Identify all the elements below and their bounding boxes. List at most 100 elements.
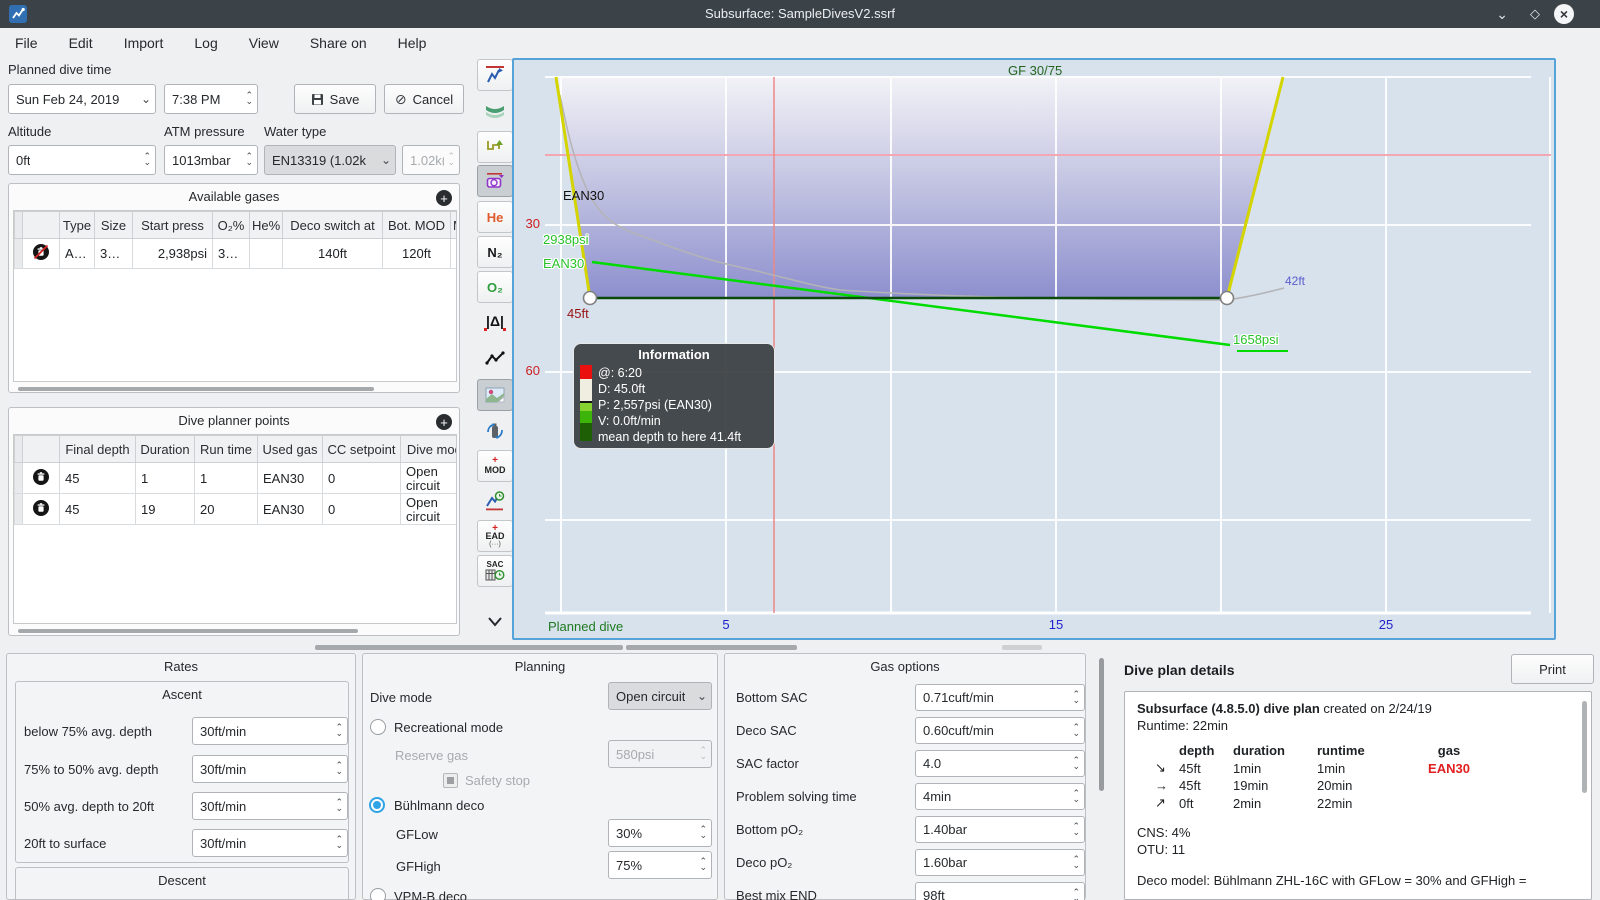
rate-75to50-spinbox[interactable]: 30ft/min ⌃ ⌄ (192, 755, 348, 783)
photos-tool-button[interactable] (477, 379, 513, 411)
gflow-spinbox[interactable]: 30% ⌃ ⌄ (608, 819, 712, 847)
gas-o2-cell[interactable]: 3… (212, 238, 250, 269)
menu-import[interactable]: Import (122, 31, 166, 55)
points-hscrollbar[interactable] (18, 629, 358, 633)
splitter-bar[interactable] (1002, 645, 1042, 650)
gas-type-cell[interactable]: A… (59, 238, 95, 269)
toolbar-collapse-button[interactable] (477, 610, 513, 634)
rate-below75-spinbox[interactable]: 30ft/min ⌃ ⌄ (192, 717, 348, 745)
dive-mode-combobox[interactable]: Open circuit ⌄ (608, 682, 712, 710)
dive-planner-tool-button[interactable] (477, 59, 513, 91)
ndl-time-tool-button[interactable] (477, 485, 513, 517)
deco-sac-spinbox[interactable]: 0.60cuft/min ⌃ ⌄ (915, 717, 1085, 744)
atm-pressure-spinbox[interactable]: 1013mbar ⌃ ⌄ (164, 145, 258, 175)
menu-help[interactable]: Help (396, 31, 429, 55)
point-divemode-cell[interactable]: Open circuit (400, 493, 456, 525)
delta-tool-button[interactable]: |Δ| (477, 306, 513, 338)
gas-size-cell[interactable]: 3… (94, 238, 133, 269)
gas-startpress-cell[interactable]: 2,938psi (132, 238, 213, 269)
point-divemode-cell[interactable]: Open circuit (400, 462, 456, 494)
bottom-po2-spinbox[interactable]: 1.40bar ⌃ ⌄ (915, 816, 1085, 843)
profile-handle-bottom-end[interactable] (1219, 290, 1235, 306)
ead-tool-button[interactable]: + EAD (···) (477, 520, 513, 552)
menu-edit[interactable]: Edit (67, 31, 95, 55)
mod-tool-button[interactable]: + MOD (477, 450, 513, 482)
dive-profile-panel: GF 30/75 30 60 EAN30 2938psi EAN30 45ft … (512, 58, 1556, 640)
splitter-bar[interactable] (315, 645, 623, 650)
menu-share-on[interactable]: Share on (308, 31, 369, 55)
maximize-button[interactable]: ◇ (1530, 6, 1540, 22)
vpmb-deco-radio[interactable] (370, 888, 386, 900)
safety-stop-checkbox[interactable] (443, 773, 458, 788)
details-box-vscrollbar[interactable] (1582, 701, 1587, 793)
oxygen-tool-button[interactable]: O₂ (477, 271, 513, 303)
water-type-combobox[interactable]: EN13319 (1.02k ⌄ (264, 145, 396, 175)
heartrate-tool-button[interactable] (477, 343, 513, 375)
point-gas-cell[interactable]: EAN30 (257, 462, 323, 494)
details-vscrollbar[interactable] (1099, 658, 1104, 791)
altitude-spinbox[interactable]: 0ft ⌃ ⌄ (8, 145, 156, 175)
point-gas-cell[interactable]: EAN30 (257, 493, 323, 525)
menu-log[interactable]: Log (192, 31, 219, 55)
waves-tool-button[interactable] (477, 95, 513, 127)
menu-file[interactable]: File (13, 31, 40, 55)
splitter-bar[interactable] (626, 645, 797, 650)
cancel-button[interactable]: ⊘ Cancel (384, 84, 464, 114)
tank-change-tool-button[interactable] (477, 415, 513, 447)
helium-tool-button[interactable]: He (477, 201, 513, 233)
add-gas-button[interactable]: + (436, 190, 452, 206)
minimize-button[interactable]: ⌄ (1496, 6, 1508, 23)
points-col-runtime: Run time (194, 435, 258, 463)
gfhigh-value: 75% (616, 857, 643, 873)
gas-decoswitch-cell[interactable]: 140ft (282, 238, 383, 269)
deco-po2-spinbox[interactable]: 1.60bar ⌃ ⌄ (915, 849, 1085, 876)
gfhigh-spinbox[interactable]: 75% ⌃ ⌄ (608, 851, 712, 879)
delete-point-icon[interactable] (22, 462, 60, 494)
sac-tool-button[interactable]: SAC (477, 555, 513, 587)
point-duration-cell[interactable]: 19 (135, 493, 195, 525)
nitrogen-tool-button[interactable]: N₂ (477, 236, 513, 268)
point-runtime-cell[interactable]: 1 (194, 462, 258, 494)
point-depth-cell[interactable]: 45 (59, 493, 136, 525)
seg-depth: 45ft (1179, 760, 1201, 776)
add-point-button[interactable]: + (436, 414, 452, 430)
increment-step-tool-button[interactable] (477, 131, 513, 163)
best-mix-end-spinbox[interactable]: 98ft ⌃ ⌄ (915, 882, 1085, 900)
problem-time-spinbox[interactable]: 4min ⌃ ⌄ (915, 783, 1085, 810)
gases-hscrollbar[interactable] (18, 387, 374, 391)
spin-arrows-icon: ⌃ ⌄ (245, 152, 253, 168)
seg-depth: 45ft (1179, 778, 1201, 793)
tank-time-tool-button[interactable] (477, 165, 513, 197)
bottom-sac-spinbox[interactable]: 0.71cuft/min ⌃ ⌄ (915, 684, 1085, 711)
tooltip-time: @: 6:20 (598, 366, 642, 380)
point-duration-cell[interactable]: 1 (135, 462, 195, 494)
rate-20tosurface-spinbox[interactable]: 30ft/min ⌃ ⌄ (192, 829, 348, 857)
gases-row: A… 3… 2,938psi 3… 140ft 120ft 98f (14, 238, 456, 269)
dive-mode-label: Dive mode (370, 690, 433, 705)
deco-sac-value: 0.60cuft/min (923, 723, 994, 738)
print-button[interactable]: Print (1511, 654, 1594, 684)
rate-50to20-spinbox[interactable]: 30ft/min ⌃ ⌄ (192, 792, 348, 820)
point-depth-cell[interactable]: 45 (59, 462, 136, 494)
dive-date-combobox[interactable]: Sun Feb 24, 2019 ⌄ (8, 84, 156, 114)
point-setpoint-cell[interactable]: 0 (322, 462, 401, 494)
points-col-depth: Final depth (59, 435, 136, 463)
menu-view[interactable]: View (247, 31, 281, 55)
delete-point-icon[interactable] (22, 493, 60, 525)
save-button[interactable]: Save (294, 84, 376, 114)
point-runtime-cell[interactable]: 20 (194, 493, 258, 525)
gas-he-cell[interactable] (249, 238, 283, 269)
dive-plan-details-title: Dive plan details (1124, 662, 1235, 678)
gases-col-botmod: Bot. MOD (382, 211, 451, 239)
recreational-mode-radio[interactable] (370, 719, 386, 735)
delete-gas-icon[interactable] (22, 238, 60, 269)
sac-factor-spinbox[interactable]: 4.0 ⌃ ⌄ (915, 750, 1085, 777)
gas-botmod-cell[interactable]: 120ft (382, 238, 451, 269)
gas-mnd-cell[interactable]: 98f (450, 238, 456, 269)
buhlmann-deco-radio[interactable] (369, 797, 385, 813)
rate-20tosurface-label: 20ft to surface (24, 836, 107, 851)
profile-handle-bottom-start[interactable] (582, 290, 598, 306)
point-setpoint-cell[interactable]: 0 (322, 493, 401, 525)
close-button[interactable]: × (1554, 4, 1574, 24)
dive-time-spinbox[interactable]: 7:38 PM ⌃ ⌄ (164, 84, 258, 114)
